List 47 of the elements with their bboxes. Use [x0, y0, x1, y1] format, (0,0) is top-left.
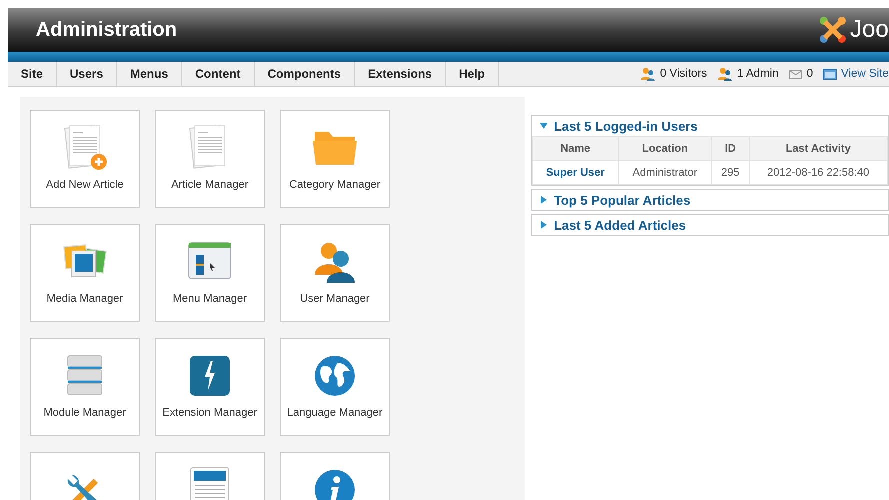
menu-item[interactable]: Content: [182, 62, 255, 86]
info-icon: [314, 469, 356, 500]
menu-item[interactable]: Menus: [117, 62, 182, 86]
globe-icon: [314, 355, 356, 397]
logo-icon: [818, 15, 848, 45]
user-icon: [717, 67, 734, 81]
triangle-icon: [540, 122, 548, 130]
user-icon: [640, 67, 656, 81]
menu-item[interactable]: Users: [57, 62, 118, 86]
users-icon: [312, 241, 358, 283]
column-header: Location: [618, 136, 712, 160]
panel-header[interactable]: Top 5 Popular Articles: [532, 190, 888, 210]
logo: Joo: [818, 15, 889, 45]
triangle-icon: [540, 221, 548, 229]
quick-icon-tile[interactable]: Category Manager: [280, 110, 390, 208]
page-layout-icon: [190, 467, 230, 500]
quick-icon-tile[interactable]: Module Manager: [30, 338, 140, 436]
status-text: 1 Admin: [737, 68, 779, 80]
quick-icon-tile[interactable]: Article Manager: [155, 110, 265, 208]
menu-item[interactable]: Extensions: [355, 62, 446, 86]
envelope-icon: [788, 68, 803, 80]
menu-item[interactable]: Help: [446, 62, 500, 86]
column-header: ID: [712, 136, 750, 160]
triangle-icon: [540, 196, 548, 204]
panel-header[interactable]: Last 5 Added Articles: [532, 215, 888, 235]
quick-icon-tile[interactable]: Add New Article: [30, 110, 140, 208]
status-text: 0: [806, 68, 814, 80]
view-site-link[interactable]: View Site: [841, 68, 889, 80]
table-cell: Administrator: [618, 160, 712, 184]
menu-item[interactable]: Site: [8, 62, 58, 86]
panel-header[interactable]: Last 5 Logged-in Users: [532, 116, 888, 136]
quick-icon-tile[interactable]: Menu Manager: [155, 224, 265, 322]
user-link[interactable]: Super User: [532, 160, 619, 184]
quick-icon-tile[interactable]: User Manager: [280, 224, 390, 322]
quick-icon-tile[interactable]: Language Manager: [280, 338, 390, 436]
table-cell: 2012-08-16 22:58:40: [749, 160, 888, 184]
lightning-icon: [189, 355, 231, 397]
window-icon: [823, 68, 838, 80]
menu-item[interactable]: Components: [254, 62, 356, 86]
column-header: Name: [532, 136, 619, 160]
column-header: Last Activity: [749, 136, 888, 160]
table-cell: 295: [712, 160, 750, 184]
quick-icon-tile[interactable]: Media Manager: [30, 224, 140, 322]
page-title: Administration: [36, 18, 178, 42]
status-text: 0 Visitors: [660, 68, 708, 80]
quick-icon-tile[interactable]: Extension Manager: [155, 338, 265, 436]
stacked-layers-icon: [65, 354, 105, 398]
